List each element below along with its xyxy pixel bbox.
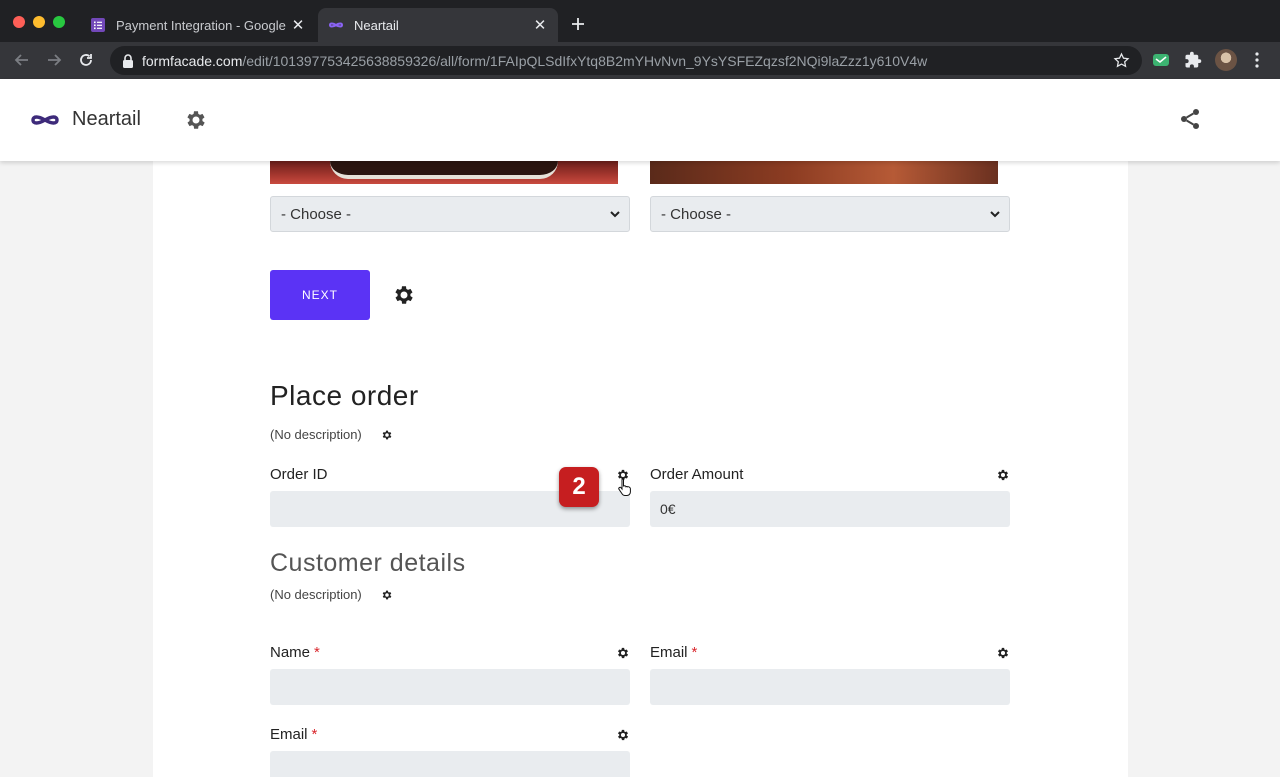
section-description: (No description): [270, 427, 362, 442]
url-path: /edit/101397753425638859326/all/form/1FA…: [242, 52, 928, 69]
field-label-text: Name: [270, 644, 311, 661]
neartail-favicon-icon: [328, 22, 344, 28]
brand-name[interactable]: Neartail: [72, 108, 141, 131]
product-image-right: [650, 161, 998, 184]
required-asterisk: *: [311, 726, 318, 743]
email-2-settings-gear-icon[interactable]: [616, 728, 630, 742]
select-value: - Choose -: [661, 205, 732, 223]
step-number-badge: 2: [559, 467, 599, 507]
settings-gear-icon[interactable]: [184, 108, 208, 132]
section-title-place-order: Place order: [270, 380, 419, 411]
address-bar[interactable]: formfacade.com /edit/1013977534256388593…: [110, 46, 1142, 75]
hand-pointer-cursor-icon: [618, 478, 631, 496]
browser-toolbar: formfacade.com /edit/1013977534256388593…: [0, 42, 1280, 79]
browser-tab-bar: Payment Integration - Google F ✕ Neartai…: [0, 0, 1280, 42]
chevron-down-icon: [610, 211, 620, 218]
extension-mail-icon[interactable]: [1152, 51, 1170, 69]
app-header: Neartail: [0, 79, 1280, 161]
next-button[interactable]: NEXT: [270, 270, 370, 320]
close-window-button[interactable]: [13, 16, 25, 28]
order-amount-settings-gear-icon[interactable]: [996, 468, 1010, 482]
email-label: Email *: [650, 644, 697, 661]
field-label-text: Email: [650, 644, 688, 661]
product-quantity-select-right[interactable]: - Choose -: [650, 196, 1010, 232]
bookmark-star-icon[interactable]: [1113, 52, 1130, 69]
extensions-puzzle-icon[interactable]: [1184, 51, 1202, 69]
lock-icon: [123, 53, 133, 68]
required-asterisk: *: [691, 644, 698, 661]
share-icon[interactable]: [1178, 107, 1202, 131]
profile-avatar[interactable]: [1215, 49, 1237, 71]
name-label: Name *: [270, 644, 320, 661]
required-asterisk: *: [314, 644, 320, 661]
name-input[interactable]: [270, 669, 630, 705]
email-label-2: Email *: [270, 726, 317, 743]
minimize-window-button[interactable]: [33, 16, 45, 28]
back-icon[interactable]: [12, 50, 32, 70]
more-menu-icon[interactable]: [1252, 52, 1262, 68]
field-label-text: Email: [270, 726, 308, 743]
tab-title: Neartail: [354, 17, 399, 33]
new-tab-icon[interactable]: [568, 14, 588, 34]
section-title-customer-details: Customer details: [270, 549, 466, 577]
close-tab-icon[interactable]: ✕: [288, 15, 308, 35]
order-id-label: Order ID: [270, 466, 328, 483]
email-input-2[interactable]: [270, 751, 630, 777]
close-tab-icon[interactable]: ✕: [530, 15, 550, 35]
description-settings-gear-icon[interactable]: [381, 429, 393, 441]
order-amount-label: Order Amount: [650, 466, 744, 483]
url-host: formfacade.com: [142, 52, 243, 69]
chevron-down-icon: [990, 211, 1000, 218]
reload-icon[interactable]: [76, 50, 96, 70]
neartail-logo-icon[interactable]: [30, 111, 60, 129]
email-input[interactable]: [650, 669, 1010, 705]
forward-icon[interactable]: [44, 50, 64, 70]
email-settings-gear-icon[interactable]: [996, 646, 1010, 660]
maximize-window-button[interactable]: [53, 16, 65, 28]
select-value: - Choose -: [281, 205, 352, 223]
product-quantity-select-left[interactable]: - Choose -: [270, 196, 630, 232]
next-settings-gear-icon[interactable]: [392, 283, 416, 307]
tab-title: Payment Integration - Google F: [116, 17, 288, 33]
order-amount-input[interactable]: 0€: [650, 491, 1010, 527]
name-settings-gear-icon[interactable]: [616, 646, 630, 660]
section-description: (No description): [270, 587, 362, 602]
google-forms-icon: [91, 18, 105, 32]
product-image-left: [270, 161, 618, 184]
tab-neartail[interactable]: Neartail ✕: [318, 8, 558, 42]
tab-payment-integration[interactable]: Payment Integration - Google F ✕: [80, 8, 316, 42]
description-settings-gear-icon[interactable]: [381, 589, 393, 601]
